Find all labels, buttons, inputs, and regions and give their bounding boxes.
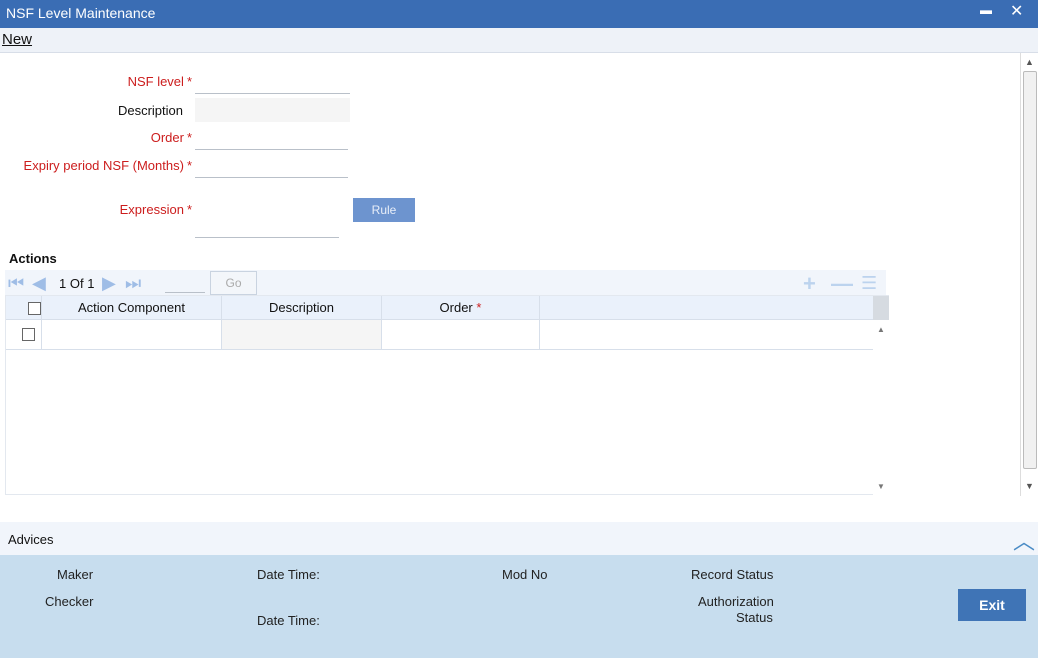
checker-label: Checker [45,594,94,609]
grid-header: Action Component Description Order * [6,296,873,320]
mod-no-label: Mod No [502,567,548,582]
add-row-icon[interactable]: + [803,271,816,297]
row-checkbox[interactable] [22,328,35,341]
table-row [6,320,873,350]
go-button[interactable]: Go [210,271,257,295]
scroll-down-icon[interactable]: ▼ [877,482,885,491]
maker-label: Maker [57,567,94,582]
scroll-up-icon[interactable]: ▲ [877,325,885,334]
page-count: 1 Of 1 [59,276,94,291]
actions-grid: Action Component Description Order * ▲ ▼ [5,295,889,495]
required-mark: * [186,202,192,217]
page-of: Of [69,276,84,291]
expiry-label-text: Expiry period NSF (Months) [23,158,184,173]
advices-label: Advices [8,532,54,547]
expiry-label: Expiry period NSF (Months) * [0,158,192,173]
page-scrollbar[interactable]: ▲ ▼ [1020,53,1038,496]
page-total: 1 [87,276,95,291]
nsf-level-input[interactable] [195,70,350,94]
new-link[interactable]: New [2,31,32,48]
column-order-label: Order [439,300,473,315]
checker-date-time-label: Date Time: [257,613,320,628]
first-page-icon[interactable]: ⏮ [8,273,24,294]
expression-field[interactable] [195,214,339,238]
grid-scrollbar[interactable]: ▲ ▼ [873,296,889,495]
scroll-down-icon[interactable]: ▼ [1025,481,1034,491]
expiry-period-input[interactable] [195,154,348,178]
expression-label: Expression * [0,202,192,217]
window-titlebar: NSF Level Maintenance ▬ ✕ [0,0,1038,28]
description-label: Description [117,103,183,118]
required-mark: * [186,158,192,173]
select-all-checkbox[interactable] [28,302,41,315]
nsf-level-label-text: NSF level [127,74,184,89]
scroll-up-icon[interactable]: ▲ [1025,57,1034,67]
last-page-icon[interactable]: ⏭ [125,273,141,294]
row-select-cell [6,320,42,349]
required-mark: * [186,74,192,89]
close-icon[interactable]: ✕ [1010,1,1023,21]
required-mark: * [186,130,192,145]
audit-footer: Maker Checker Date Time: Date Time: Mod … [0,555,1038,658]
order-label: Order * [0,130,192,145]
expression-label-text: Expression [119,202,184,217]
rule-button[interactable]: Rule [353,198,415,222]
authorization-status-label-2: Status [736,610,773,625]
previous-page-icon[interactable]: ◀ [32,273,46,294]
column-order[interactable]: Order * [382,296,540,319]
order-input[interactable] [195,126,348,150]
maker-date-time-label: Date Time: [257,567,320,582]
authorization-status-label: Authorization [698,594,774,609]
next-page-icon[interactable]: ▶ [102,273,116,294]
actions-heading: Actions [9,251,57,266]
order-label-text: Order [150,130,184,145]
required-mark: * [476,300,482,315]
window-title: NSF Level Maintenance [6,5,156,21]
exit-button[interactable]: Exit [958,589,1026,621]
action-component-cell[interactable] [42,320,222,349]
select-all-cell [6,296,42,319]
grid-scrollbar-header [873,296,889,320]
column-description[interactable]: Description [222,296,382,319]
chevron-up-icon[interactable]: ︿ [1013,524,1035,556]
single-view-icon[interactable]: ☰ [861,273,877,294]
description-input[interactable] [195,98,350,122]
page-current: 1 [59,276,67,291]
delete-row-icon[interactable]: — [831,271,853,297]
advices-bar[interactable]: Advices ︿ [0,522,1038,555]
record-status-label: Record Status [691,567,774,582]
minimize-icon[interactable]: ▬ [980,3,992,17]
description-cell [222,320,382,349]
order-cell[interactable] [382,320,540,349]
menu-bar: New [0,28,1038,53]
page-number-input[interactable] [165,275,205,293]
scrollbar-thumb[interactable] [1023,71,1037,469]
actions-pager: ⏮ ◀ 1 Of 1 ▶ ⏭ Go + — ☰ [5,270,886,296]
nsf-level-label: NSF level * [0,74,192,89]
column-action-component[interactable]: Action Component [42,296,222,319]
